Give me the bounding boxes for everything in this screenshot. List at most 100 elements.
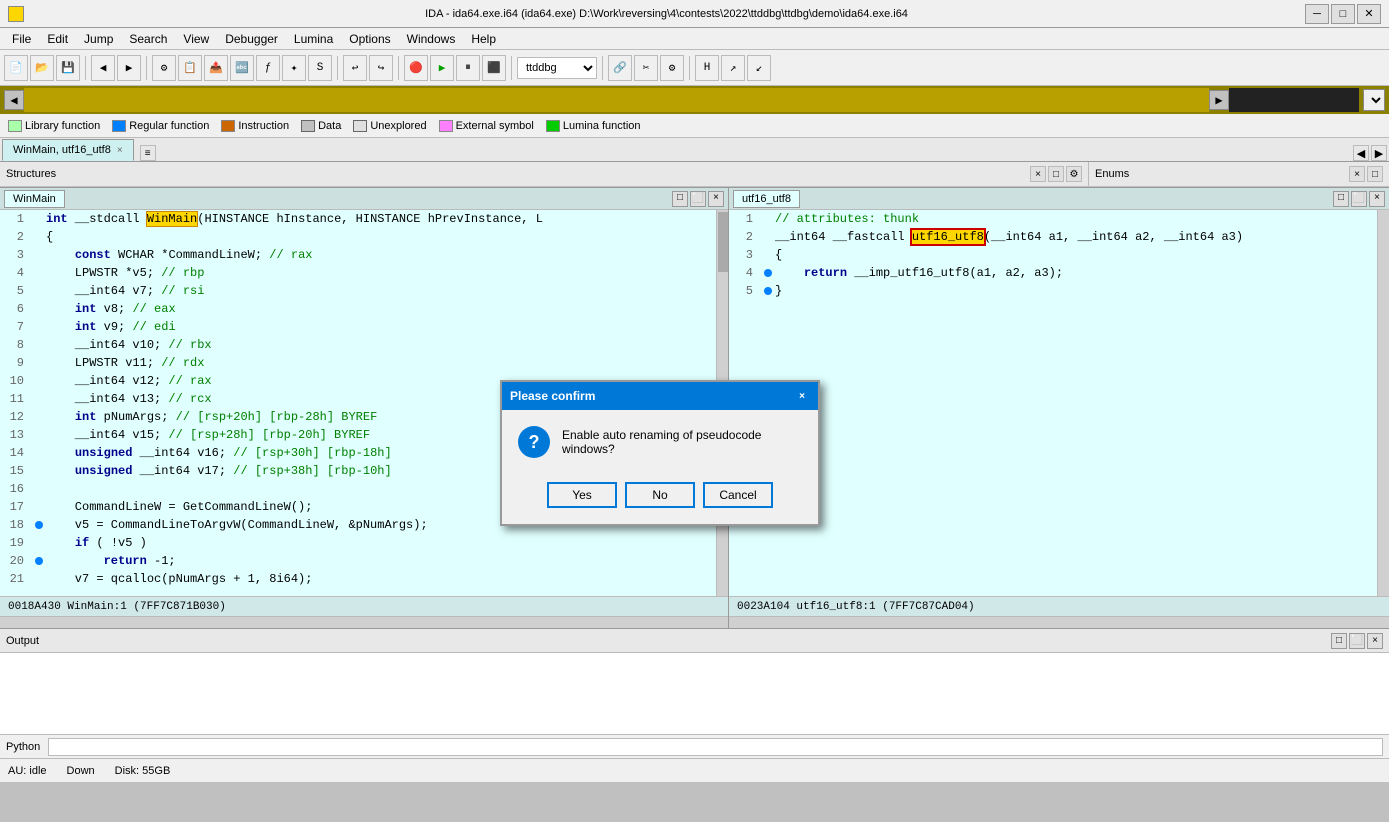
tb-fwd[interactable]: ▶ [117, 55, 141, 81]
structures-settings[interactable]: ⚙ [1066, 166, 1082, 182]
menu-search[interactable]: Search [121, 30, 175, 48]
output-restore[interactable]: □ [1331, 633, 1347, 649]
code-line-7: 7 int v9; // edi [0, 318, 716, 336]
dialog-title-bar: Please confirm × [502, 382, 818, 410]
tb-nav1[interactable]: ↗ [721, 55, 745, 81]
code-line-19: 19 if ( !v5 ) [0, 534, 716, 552]
enums-label: Enums [1095, 168, 1129, 180]
legend-unexplored-label: Unexplored [370, 120, 426, 132]
right-pane-close[interactable]: × [1369, 191, 1385, 207]
output-content [0, 653, 1389, 734]
tab-nav-left[interactable]: ◀ [1353, 145, 1369, 161]
enums-close[interactable]: × [1349, 166, 1365, 182]
legend-lumina-color [546, 120, 560, 132]
code-line-3: 3 const WCHAR *CommandLineW; // rax [0, 246, 716, 264]
winmain-tab[interactable]: WinMain [4, 190, 65, 208]
tb-attach[interactable]: 🔗 [608, 55, 632, 81]
legend-regular-label: Regular function [129, 120, 209, 132]
graph-left-arrow[interactable]: ◀ [4, 90, 24, 110]
tab-nav-right[interactable]: ▶ [1371, 145, 1387, 161]
dialog-no-button[interactable]: No [625, 482, 695, 508]
python-input[interactable] [48, 738, 1383, 756]
left-status-text: 0018A430 WinMain:1 (7FF7C871B030) [8, 601, 226, 613]
view-select[interactable] [1363, 89, 1385, 111]
main-tab-close[interactable]: × [117, 145, 123, 156]
tb-strings[interactable]: S [308, 55, 332, 81]
enums-controls: × □ [1349, 166, 1383, 182]
tb-redo[interactable]: ↪ [369, 55, 393, 81]
bottom-area: Output □ ⬜ × Python [0, 628, 1389, 758]
structures-maximize[interactable]: □ [1048, 166, 1064, 182]
title-bar: IDA - ida64.exe.i64 (ida64.exe) D:\Work\… [0, 0, 1389, 28]
tb-names[interactable]: 🔤 [230, 55, 254, 81]
output-close[interactable]: × [1367, 633, 1383, 649]
minimize-button[interactable]: ─ [1305, 4, 1329, 24]
tb-seg[interactable]: ⚙ [152, 55, 176, 81]
graph-right-arrow[interactable]: ▶ [1209, 90, 1229, 110]
tb-new[interactable]: 📄 [4, 55, 28, 81]
output-controls: □ ⬜ × [1331, 633, 1383, 649]
debugger-combo[interactable]: ttddbg [517, 57, 597, 79]
right-dot-5 [764, 287, 772, 295]
tb-sep2 [146, 56, 147, 80]
app-icon [8, 6, 24, 22]
tb-stop[interactable]: 🔴 [404, 55, 428, 81]
graph-canvas [24, 88, 1209, 112]
dialog-yes-button[interactable]: Yes [547, 482, 617, 508]
code-line-8: 8 __int64 v10; // rbx [0, 336, 716, 354]
tab-fit-btn[interactable]: ≡ [140, 145, 156, 161]
tb-imports[interactable]: 📋 [178, 55, 202, 81]
tb-detach[interactable]: ✂ [634, 55, 658, 81]
code-line-6: 6 int v8; // eax [0, 300, 716, 318]
left-pane-maximize[interactable]: ⬜ [690, 191, 706, 207]
menu-options[interactable]: Options [341, 30, 398, 48]
main-tab-winmain-utf16[interactable]: WinMain, utf16_utf8 × [2, 139, 134, 161]
menu-windows[interactable]: Windows [399, 30, 464, 48]
tb-xrefs[interactable]: ✦ [282, 55, 306, 81]
winmain-fn-name: WinMain [147, 212, 197, 226]
close-button[interactable]: ✕ [1357, 4, 1381, 24]
right-pane-restore[interactable]: □ [1333, 191, 1349, 207]
structures-panel-header: Structures × □ ⚙ [0, 162, 1089, 186]
right-pane-maximize[interactable]: ⬜ [1351, 191, 1367, 207]
tb-nav2[interactable]: ↙ [747, 55, 771, 81]
legend-unexplored: Unexplored [353, 120, 426, 132]
tb-hex[interactable]: H [695, 55, 719, 81]
legend-data-label: Data [318, 120, 341, 132]
enums-maximize[interactable]: □ [1367, 166, 1383, 182]
utf16-tab[interactable]: utf16_utf8 [733, 190, 800, 208]
dialog-close-btn[interactable]: × [794, 388, 810, 404]
legend-bar: Library function Regular function Instru… [0, 114, 1389, 138]
tb-back[interactable]: ◀ [91, 55, 115, 81]
menu-jump[interactable]: Jump [76, 30, 121, 48]
left-pane-close[interactable]: × [708, 191, 724, 207]
menu-edit[interactable]: Edit [39, 30, 76, 48]
tb-open[interactable]: 📂 [30, 55, 54, 81]
window-controls: ─ □ ✕ [1305, 4, 1381, 24]
tb-funcs[interactable]: ƒ [256, 55, 280, 81]
tb-step[interactable]: ⬛ [482, 55, 506, 81]
tb-run[interactable]: ▶ [430, 55, 454, 81]
menu-help[interactable]: Help [463, 30, 504, 48]
menu-view[interactable]: View [175, 30, 217, 48]
tb-pause[interactable]: ⏸ [456, 55, 480, 81]
left-scrollbar-h-bar [0, 616, 728, 628]
left-pane-restore[interactable]: □ [672, 191, 688, 207]
right-code-main[interactable]: 1 // attributes: thunk 2 __int64 __fastc… [729, 210, 1377, 596]
restore-button[interactable]: □ [1331, 4, 1355, 24]
menu-lumina[interactable]: Lumina [286, 30, 341, 48]
legend-lumina-label: Lumina function [563, 120, 641, 132]
left-scrollbar-h[interactable] [0, 617, 728, 628]
dialog-cancel-button[interactable]: Cancel [703, 482, 773, 508]
dialog-body: ? Enable auto renaming of pseudocode win… [502, 410, 818, 474]
menu-debugger[interactable]: Debugger [217, 30, 286, 48]
tb-settings[interactable]: ⚙ [660, 55, 684, 81]
tb-exports[interactable]: 📤 [204, 55, 228, 81]
structures-close[interactable]: × [1030, 166, 1046, 182]
left-scrollbar-thumb [718, 212, 728, 272]
tb-undo[interactable]: ↩ [343, 55, 367, 81]
menu-file[interactable]: File [4, 30, 39, 48]
output-maximize[interactable]: ⬜ [1349, 633, 1365, 649]
tb-save[interactable]: 💾 [56, 55, 80, 81]
right-scrollbar-v[interactable] [1377, 210, 1389, 596]
